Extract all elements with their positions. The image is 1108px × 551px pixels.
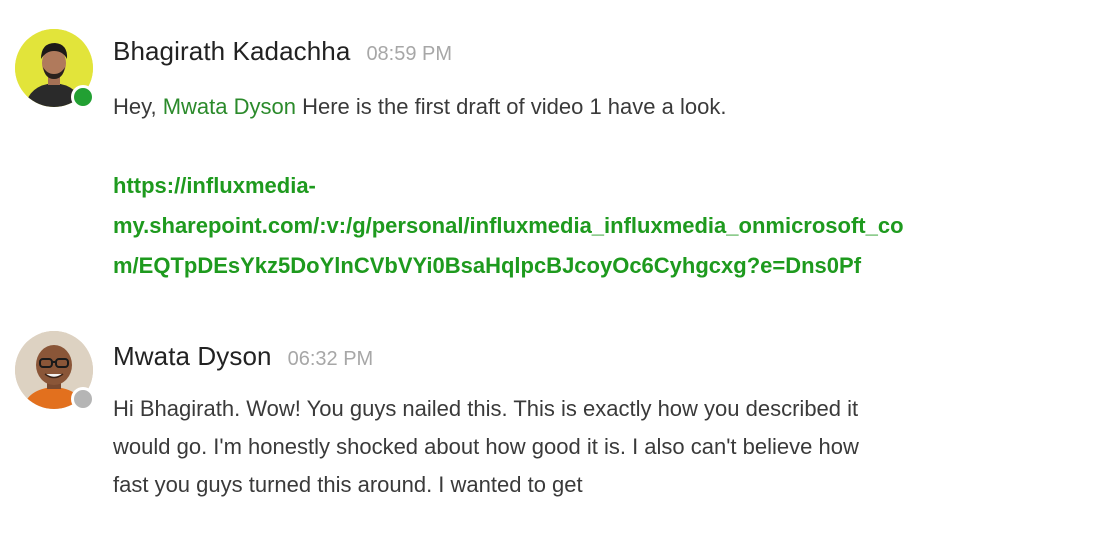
link-line[interactable]: m/EQTpDEsYkz5DoYlnCVbVYi0BsaHqlpcBJcoyOc… bbox=[113, 246, 1103, 286]
message-author[interactable]: Mwata Dyson bbox=[113, 341, 272, 372]
message-text-suffix: Here is the first draft of video 1 have … bbox=[296, 94, 727, 119]
user-mention[interactable]: Mwata Dyson bbox=[163, 94, 296, 119]
link-line[interactable]: https://influxmedia- bbox=[113, 166, 1103, 206]
message-line: fast you guys turned this around. I want… bbox=[113, 472, 583, 497]
message-text-prefix: Hey, bbox=[113, 94, 163, 119]
online-status-icon bbox=[71, 85, 95, 109]
avatar[interactable] bbox=[15, 331, 95, 411]
chat-message: Mwata Dyson 06:32 PM Hi Bhagirath. Wow! … bbox=[0, 300, 1108, 551]
message-body: Hey, Mwata Dyson Here is the first draft… bbox=[113, 88, 1103, 126]
avatar[interactable] bbox=[15, 29, 95, 109]
link-line[interactable]: my.sharepoint.com/:v:/g/personal/influxm… bbox=[113, 206, 1103, 246]
message-body: Hi Bhagirath. Wow! You guys nailed this.… bbox=[113, 390, 1103, 504]
away-status-icon bbox=[71, 387, 95, 411]
message-timestamp: 08:59 PM bbox=[366, 43, 453, 65]
message-line: would go. I'm honestly shocked about how… bbox=[113, 434, 859, 459]
chat-message: Bhagirath Kadachha 08:59 PM Hey, Mwata D… bbox=[0, 0, 1108, 300]
sharepoint-link[interactable]: https://influxmedia- my.sharepoint.com/:… bbox=[113, 166, 1103, 286]
message-timestamp: 06:32 PM bbox=[287, 348, 374, 370]
message-author[interactable]: Bhagirath Kadachha bbox=[113, 36, 350, 67]
message-line: Hi Bhagirath. Wow! You guys nailed this.… bbox=[113, 396, 859, 421]
